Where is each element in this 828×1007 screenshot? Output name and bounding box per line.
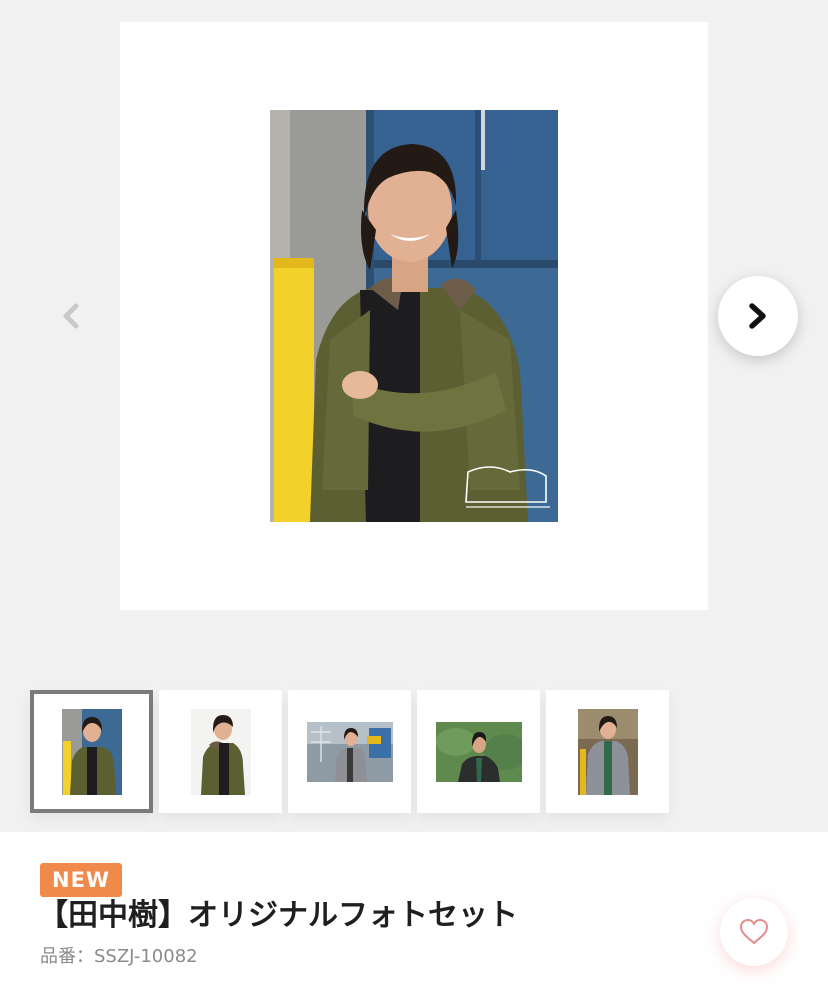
chevron-left-icon (63, 303, 79, 329)
thumbnail-2[interactable] (159, 690, 282, 813)
favorite-button[interactable] (720, 898, 788, 966)
main-image-card (120, 22, 708, 610)
thumbnail-4[interactable] (417, 690, 540, 813)
thumbnail-5[interactable] (546, 690, 669, 813)
next-image-button[interactable] (718, 276, 798, 356)
new-badge: NEW (40, 863, 123, 897)
product-gallery (0, 0, 828, 832)
main-product-photo[interactable] (270, 110, 558, 522)
product-info: NEW 【田中樹】オリジナルフォトセット 品番：SSZJ-10082 (0, 832, 828, 1007)
thumbnail-3[interactable] (288, 690, 411, 813)
product-title: 【田中樹】オリジナルフォトセット (38, 898, 518, 933)
chevron-right-icon (749, 303, 766, 329)
thumbnail-1[interactable] (30, 690, 153, 813)
thumbnail-strip (30, 690, 680, 814)
prev-image-button[interactable] (54, 298, 88, 334)
heart-outline-icon (740, 919, 768, 944)
product-code: 品番：SSZJ-10082 (40, 946, 198, 967)
